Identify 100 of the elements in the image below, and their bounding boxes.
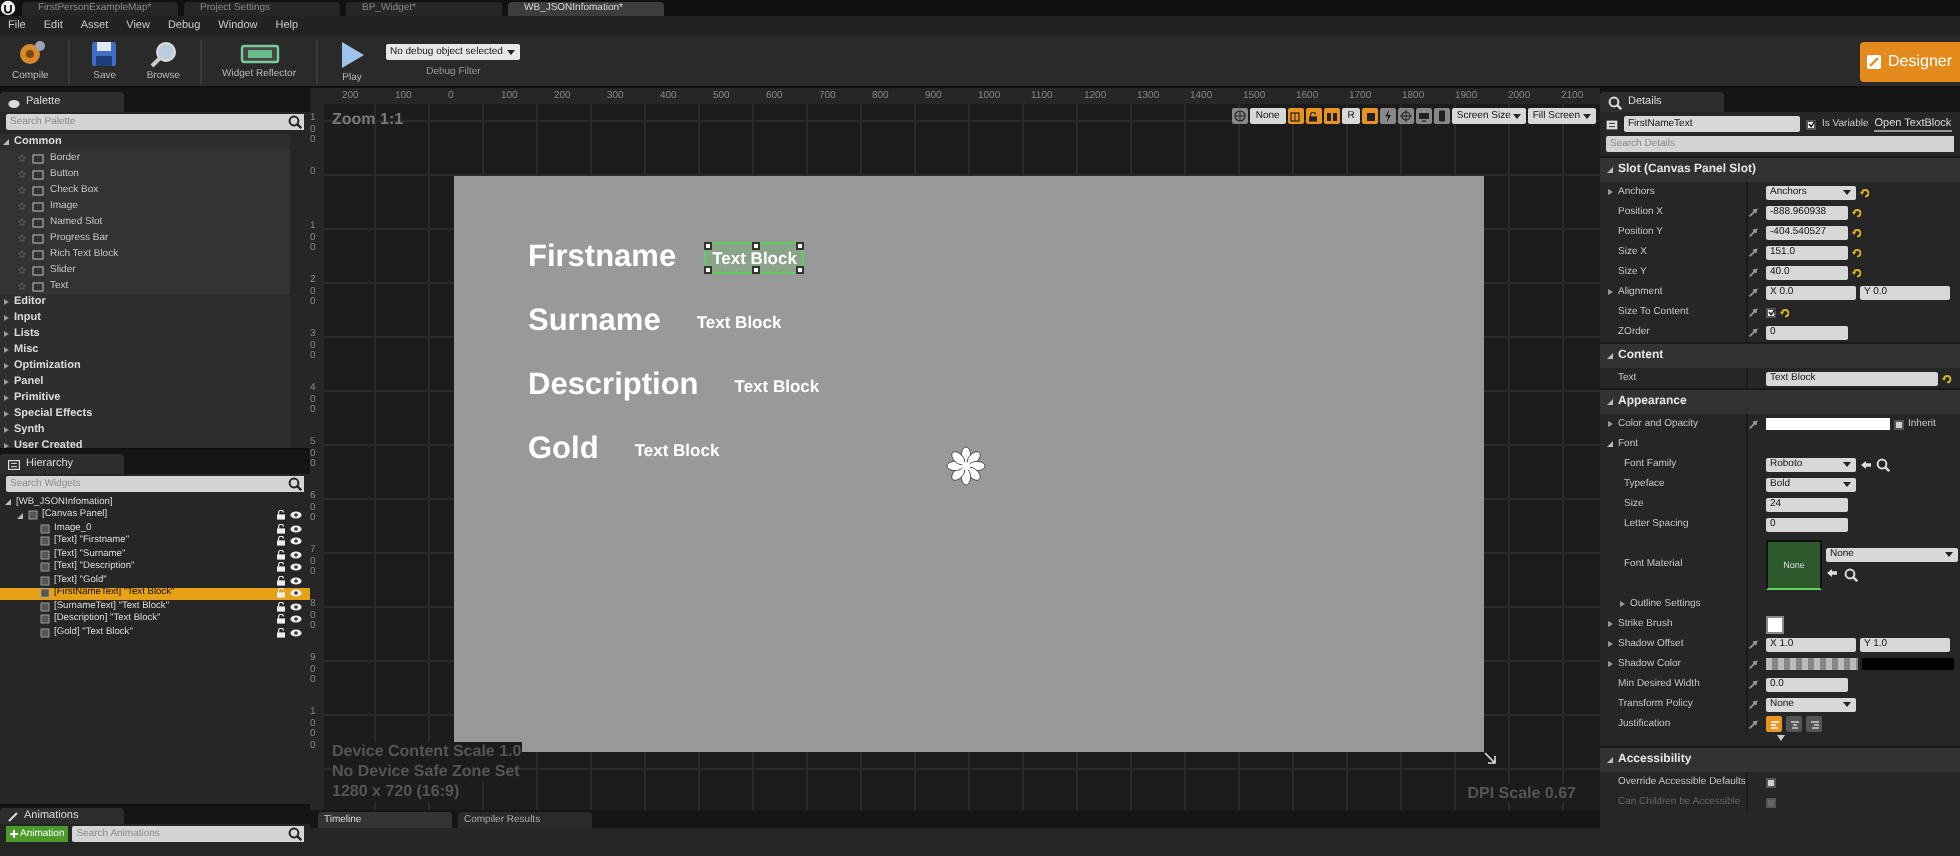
brush-swatch[interactable] bbox=[1766, 615, 1784, 633]
play-icon bbox=[338, 39, 366, 69]
expand-triangle-icon[interactable] bbox=[2, 362, 10, 370]
expand-triangle-icon[interactable] bbox=[1606, 660, 1614, 668]
toolbar-toggle[interactable] bbox=[1380, 108, 1397, 124]
reset-icon[interactable] bbox=[1780, 307, 1790, 317]
collapse-triangle-icon[interactable] bbox=[1606, 166, 1614, 174]
columns-icon bbox=[1325, 111, 1338, 121]
star-icon bbox=[18, 234, 26, 242]
plus-icon bbox=[10, 830, 18, 838]
expand-triangle-icon[interactable] bbox=[1606, 420, 1614, 428]
collapse-triangle-icon[interactable] bbox=[2, 138, 10, 146]
expand-triangle-icon[interactable] bbox=[2, 314, 10, 322]
expand-triangle-icon[interactable] bbox=[1606, 188, 1614, 196]
caret-icon bbox=[1842, 700, 1852, 708]
checkbox[interactable] bbox=[1806, 119, 1816, 129]
justify-button[interactable] bbox=[1766, 716, 1782, 732]
text-widget-icon bbox=[1606, 119, 1618, 129]
globe-icon bbox=[1233, 110, 1246, 122]
expand-triangle-icon[interactable] bbox=[2, 394, 10, 402]
search-icon bbox=[1876, 457, 1890, 471]
check-icon bbox=[1767, 308, 1775, 316]
color-swatch[interactable] bbox=[1766, 418, 1890, 430]
collapse-triangle-icon[interactable] bbox=[1606, 398, 1614, 406]
device-info-text: 1280 x 720 (16:9) bbox=[332, 782, 460, 802]
zoom-label: Zoom 1:1 bbox=[332, 110, 404, 128]
alpha-swatch[interactable] bbox=[1766, 658, 1858, 670]
expand-triangle-icon[interactable] bbox=[2, 410, 10, 418]
reset-icon[interactable] bbox=[1852, 247, 1862, 257]
caret-icon bbox=[1842, 480, 1852, 488]
star-icon bbox=[18, 186, 26, 194]
square-icon bbox=[1365, 111, 1376, 121]
toolbar-toggle[interactable] bbox=[1416, 108, 1433, 124]
expand-triangle-icon[interactable] bbox=[1606, 640, 1614, 648]
star-icon bbox=[18, 266, 26, 274]
caret-icon bbox=[1842, 460, 1852, 468]
caret-icon bbox=[1842, 188, 1852, 196]
checkbox[interactable] bbox=[1766, 777, 1776, 787]
device-info-text: Device Content Scale 1.0 bbox=[332, 742, 522, 762]
toolbar-toggle[interactable] bbox=[1434, 108, 1451, 124]
search-icon bbox=[1844, 567, 1858, 581]
expand-triangle-icon[interactable] bbox=[2, 378, 10, 386]
expand-triangle-icon[interactable] bbox=[2, 426, 10, 434]
expand-triangle-icon[interactable] bbox=[2, 330, 10, 338]
grid-icon bbox=[1290, 111, 1301, 121]
reset-icon[interactable] bbox=[1852, 267, 1862, 277]
search-icon bbox=[1608, 95, 1622, 109]
collapse-triangle-icon[interactable] bbox=[4, 498, 12, 507]
toolbar-toggle[interactable] bbox=[1305, 108, 1322, 124]
justify-button[interactable] bbox=[1806, 716, 1822, 732]
phone-icon bbox=[1438, 110, 1447, 122]
lock-icon bbox=[1308, 111, 1319, 121]
star-icon bbox=[18, 250, 26, 258]
color-swatch[interactable] bbox=[1862, 658, 1954, 670]
search-icon bbox=[288, 476, 304, 492]
frame-icon bbox=[239, 42, 280, 66]
caret-icon bbox=[1582, 112, 1592, 120]
toolbar-toggle[interactable] bbox=[1362, 108, 1379, 124]
expand-triangle-icon[interactable] bbox=[1618, 600, 1626, 608]
expand-triangle-icon[interactable] bbox=[2, 346, 10, 354]
search-icon bbox=[288, 114, 304, 130]
checkbox[interactable] bbox=[1894, 419, 1904, 429]
toolbar-toggle[interactable] bbox=[1287, 108, 1304, 124]
toolbar-toggle[interactable] bbox=[1323, 108, 1340, 124]
monitor-icon bbox=[1418, 111, 1431, 121]
dpi-scale-label: DPI Scale 0.67 bbox=[1467, 784, 1576, 802]
star-icon bbox=[18, 154, 26, 162]
expand-triangle-icon[interactable] bbox=[1606, 288, 1614, 296]
justify-button[interactable] bbox=[1786, 716, 1802, 732]
reset-icon[interactable] bbox=[1852, 227, 1862, 237]
collapse-triangle-icon[interactable] bbox=[1606, 440, 1614, 448]
caret-icon bbox=[1512, 112, 1523, 120]
star-icon bbox=[18, 218, 26, 226]
device-info-text: No Device Safe Zone Set bbox=[332, 762, 520, 782]
checkbox[interactable] bbox=[1766, 307, 1776, 317]
collapse-triangle-icon[interactable] bbox=[1606, 756, 1614, 764]
collapse-triangle-icon[interactable] bbox=[1606, 352, 1614, 360]
text-align-icon bbox=[1789, 719, 1799, 729]
expand-triangle-icon[interactable] bbox=[2, 442, 10, 448]
collapse-triangle-icon[interactable] bbox=[16, 511, 24, 520]
resize-handle-icon bbox=[1484, 752, 1496, 764]
search-icon bbox=[288, 826, 304, 842]
reset-icon[interactable] bbox=[1852, 207, 1862, 217]
star-icon bbox=[18, 282, 26, 290]
crosshair-icon bbox=[1400, 110, 1413, 122]
arrow-left-icon bbox=[1826, 567, 1838, 577]
reset-icon[interactable] bbox=[1942, 373, 1952, 383]
caret-icon bbox=[1944, 550, 1954, 558]
star-icon bbox=[18, 202, 26, 210]
magnifier-icon bbox=[149, 40, 178, 68]
toolbar-toggle[interactable] bbox=[1231, 108, 1248, 124]
expand-triangle-icon[interactable] bbox=[1606, 620, 1614, 628]
expand-arrow-icon bbox=[1775, 734, 1785, 742]
caret-icon bbox=[506, 48, 517, 56]
expand-triangle-icon[interactable] bbox=[2, 298, 10, 306]
bolt-icon bbox=[1384, 110, 1393, 122]
text-align-icon bbox=[1809, 719, 1819, 729]
arrow-left-icon bbox=[1860, 459, 1872, 469]
reset-icon[interactable] bbox=[1860, 187, 1870, 197]
toolbar-toggle[interactable] bbox=[1398, 108, 1415, 124]
